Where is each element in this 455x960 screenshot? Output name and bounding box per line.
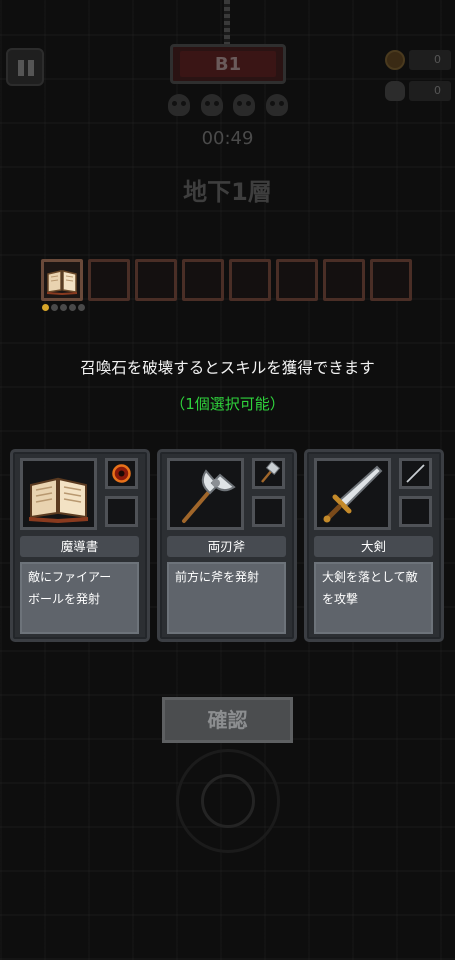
skull-icon (168, 94, 190, 116)
coin-counter: 0 (385, 47, 451, 73)
coin-icon (385, 50, 405, 70)
inventory-slot (41, 259, 83, 301)
skull-kill-icon (385, 81, 405, 101)
needle-icon (406, 464, 425, 483)
side-icon-frame (399, 496, 432, 527)
floor-title: 地下1層 (183, 178, 272, 206)
skill-card-double-axe[interactable]: 両刃斧 前方に斧を発射 (157, 449, 297, 642)
kill-count: 0 (409, 81, 451, 101)
floor-badge: B1 (170, 44, 286, 84)
skill-name: 大剣 (314, 536, 433, 557)
inventory-slot (182, 259, 224, 301)
selectable-count: （1個選択可能） (170, 395, 285, 413)
fire-ring-icon (112, 464, 131, 483)
skill-level-dots (42, 304, 85, 311)
side-icon-frame (252, 458, 285, 489)
skill-icon-frame (314, 458, 391, 530)
level-dot (42, 304, 49, 311)
skill-name: 魔導書 (20, 536, 139, 557)
spellbook-icon (29, 477, 88, 523)
floor-badge-label: B1 (214, 53, 242, 75)
chain-decoration (224, 0, 230, 44)
greatsword-icon (323, 465, 383, 523)
double-axe-icon (182, 469, 236, 523)
skill-icon-frame (20, 458, 97, 530)
skull-row (168, 94, 288, 116)
level-dot (78, 304, 85, 311)
coin-count: 0 (409, 50, 451, 70)
joystick-knob[interactable] (201, 774, 255, 828)
inventory-slot (323, 259, 365, 301)
skill-card-spellbook[interactable]: 魔導書 敵にファイアー ボールを発射 (10, 449, 150, 642)
skill-name: 両刃斧 (167, 536, 286, 557)
pause-icon (18, 60, 24, 76)
level-dot (69, 304, 76, 311)
side-icon-frame (399, 458, 432, 489)
hammer-icon (261, 461, 281, 483)
skill-inventory (41, 259, 412, 301)
skull-icon (233, 94, 256, 116)
skull-icon (265, 94, 288, 116)
side-icon-frame (252, 496, 285, 527)
inventory-slot (88, 259, 130, 301)
inventory-slot (135, 259, 177, 301)
inventory-slot (370, 259, 412, 301)
book-icon (47, 270, 77, 295)
level-dot (51, 304, 58, 311)
pause-button[interactable] (6, 48, 44, 86)
confirm-button[interactable]: 確認 (162, 697, 293, 743)
virtual-joystick[interactable] (176, 749, 280, 853)
skill-description: 敵にファイアー ボールを発射 (20, 562, 139, 634)
skill-notice: 召喚石を破壊するとスキルを獲得できます (80, 359, 375, 377)
skill-card-greatsword[interactable]: 大剣 大剣を落として敵 を攻撃 (304, 449, 444, 642)
inventory-slot (229, 259, 271, 301)
kill-counter: 0 (385, 78, 451, 104)
skill-icon-frame (167, 458, 244, 530)
level-dot (60, 304, 67, 311)
side-icon-frame (105, 458, 138, 489)
inventory-slot (276, 259, 318, 301)
skill-description: 大剣を落として敵 を攻撃 (314, 562, 433, 634)
skull-icon (200, 94, 223, 116)
side-icon-frame (105, 496, 138, 527)
timer: 00:49 (201, 128, 254, 149)
skill-description: 前方に斧を発射 (167, 562, 286, 634)
